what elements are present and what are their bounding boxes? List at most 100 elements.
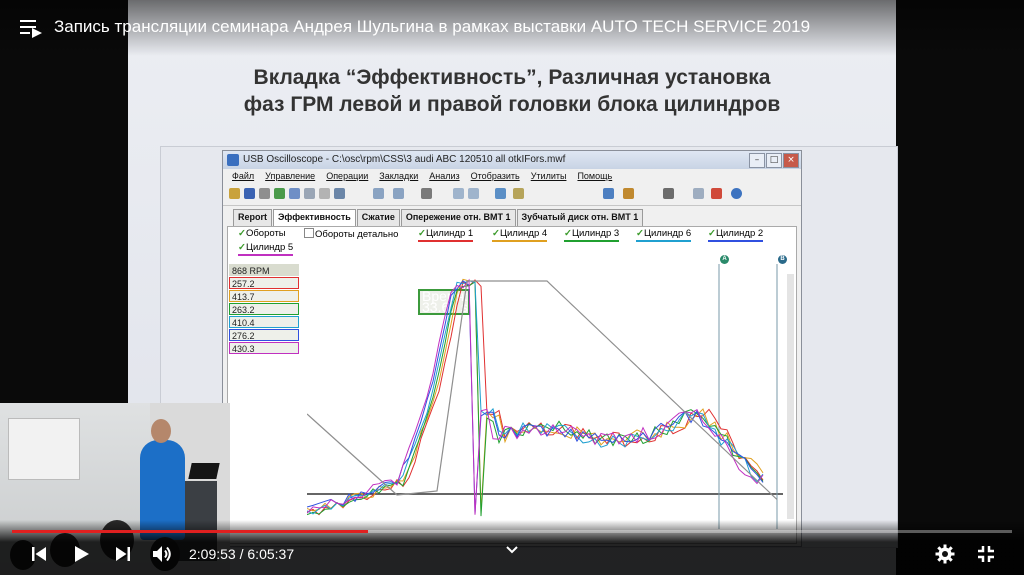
legend-cyl1[interactable]: ✓Цилиндр 1 [418, 228, 474, 242]
arrow-left-icon[interactable] [453, 188, 464, 199]
tab-bar: Report Эффективность Сжатие Опережение о… [233, 209, 644, 226]
checkbox-icon: ✓ [708, 228, 716, 239]
webcam-board [8, 418, 80, 480]
checkbox-icon: ✓ [564, 228, 572, 239]
presenter-head [151, 419, 171, 443]
legend-rpm-detail[interactable]: Обороты детально [304, 228, 398, 241]
previous-icon[interactable] [27, 542, 51, 566]
scope-trace-area [307, 264, 783, 529]
playlist-icon[interactable] [20, 18, 42, 38]
settings-tool-icon[interactable] [623, 188, 634, 199]
grid-icon[interactable] [513, 188, 524, 199]
channel-icon[interactable] [603, 188, 614, 199]
save-icon[interactable] [244, 188, 255, 199]
slide-title-line2: фаз ГРМ левой и правой головки блока цил… [243, 93, 781, 116]
scope-traces [307, 264, 783, 529]
maximize-icon[interactable]: □ [766, 153, 782, 168]
table-icon[interactable] [663, 188, 674, 199]
legend-cyl3[interactable]: ✓Цилиндр 3 [564, 228, 620, 242]
player-controls: 2:09:53 / 6:05:37 [0, 520, 1024, 575]
delete-icon[interactable] [711, 188, 722, 199]
readout-panel: Время: 33.68 s 868 RPM 257.2 413.7 263.2 … [229, 264, 471, 355]
info-icon[interactable] [731, 188, 742, 199]
play-icon[interactable] [69, 542, 93, 566]
plot-area: ✓Обороты Обороты детально ✓Цилиндр 1 ✓Ци… [227, 226, 797, 544]
legend-cyl5[interactable]: ✓Цилиндр 5 [238, 242, 294, 256]
laptop [188, 463, 220, 479]
settings-icon[interactable] [933, 542, 957, 566]
checkbox-icon [304, 228, 314, 238]
tab-efficiency[interactable]: Эффективность [273, 209, 356, 226]
oscilloscope-window: USB Oscilloscope - C:\osc\rpm\CSS\3 audi… [222, 150, 802, 547]
checkbox-icon: ✓ [238, 242, 246, 253]
app-icon [227, 154, 239, 166]
cylinder-trace [307, 278, 764, 515]
cylinder-trace [307, 278, 764, 512]
menu-utilities[interactable]: Утилиты [531, 169, 567, 183]
progress-bar[interactable] [12, 530, 1012, 533]
scope-icon[interactable] [274, 188, 285, 199]
time-separator: / [235, 546, 248, 562]
marker-a[interactable]: A [720, 255, 729, 264]
tab-report[interactable]: Report [233, 209, 272, 226]
copy-icon[interactable] [693, 188, 704, 199]
open-file-icon[interactable] [229, 188, 240, 199]
print-icon[interactable] [259, 188, 270, 199]
chevron-down-icon[interactable] [505, 542, 519, 554]
tab-compression[interactable]: Сжатие [356, 209, 400, 226]
marker-b[interactable]: B [778, 255, 787, 264]
tab-advance-tdc[interactable]: Опережение отн. ВМТ 1 [400, 209, 516, 226]
checkbox-icon: ✓ [636, 228, 644, 239]
zoom-icon[interactable] [289, 188, 300, 199]
filter-icon[interactable] [421, 188, 432, 199]
cylinder-trace [307, 280, 764, 517]
cylinder-trace [307, 280, 764, 514]
cylinder-trace [307, 279, 764, 516]
video-title[interactable]: Запись трансляции семинара Андрея Шульги… [54, 16, 810, 38]
checkbox-icon: ✓ [492, 228, 500, 239]
window-title: USB Oscilloscope - C:\osc\rpm\CSS\3 audi… [243, 154, 566, 165]
window-titlebar: USB Oscilloscope - C:\osc\rpm\CSS\3 audi… [223, 151, 801, 169]
arrow-right-icon[interactable] [468, 188, 479, 199]
cyl-readout: 413.7 [229, 290, 299, 302]
cursor-icon[interactable] [304, 188, 315, 199]
video-player[interactable]: Вкладка “Эффективность”, Различная устан… [0, 0, 1024, 575]
menu-analysis[interactable]: Анализ [429, 169, 459, 183]
volume-icon[interactable] [150, 542, 174, 566]
minimize-icon[interactable]: – [749, 153, 765, 168]
cyl-readout: 257.2 [229, 277, 299, 289]
legend-rpm[interactable]: ✓Обороты [238, 228, 286, 240]
next-icon[interactable] [111, 542, 135, 566]
undo-icon[interactable] [373, 188, 384, 199]
cyl-readout: 276.2 [229, 329, 299, 341]
cyl-readout: 410.4 [229, 316, 299, 328]
legend-cyl2[interactable]: ✓Цилиндр 2 [708, 228, 764, 242]
tab-gear-disk-tdc[interactable]: Зубчатый диск отн. ВМТ 1 [516, 209, 644, 226]
menu-help[interactable]: Помощь [577, 169, 612, 183]
menu-control[interactable]: Управление [265, 169, 315, 183]
window-buttons: – □ × [749, 153, 799, 168]
menu-view[interactable]: Отобразить [471, 169, 520, 183]
close-icon[interactable]: × [783, 153, 799, 168]
legend-cyl6[interactable]: ✓Цилиндр 6 [636, 228, 692, 242]
cylinder-trace [307, 279, 764, 515]
menu-bar: Файл Управление Операции Закладки Анализ… [223, 169, 801, 183]
checkbox-icon: ✓ [238, 228, 246, 239]
video-title-bar: Запись трансляции семинара Андрея Шульги… [0, 0, 1024, 56]
redo-icon[interactable] [393, 188, 404, 199]
check-icon[interactable] [495, 188, 506, 199]
legend-cyl4[interactable]: ✓Цилиндр 4 [492, 228, 548, 242]
exit-fullscreen-icon[interactable] [974, 542, 998, 566]
rpm-readout: 868 RPM [229, 264, 299, 276]
time-display: 2:09:53 / 6:05:37 [189, 545, 294, 563]
app-toolbar [223, 183, 801, 206]
measure-icon[interactable] [334, 188, 345, 199]
progress-played [12, 530, 368, 533]
time-total: 6:05:37 [247, 546, 295, 562]
marker-icon[interactable] [319, 188, 330, 199]
menu-operations[interactable]: Операции [326, 169, 368, 183]
slide-title: Вкладка “Эффективность”, Различная устан… [208, 64, 816, 118]
menu-file[interactable]: Файл [232, 169, 254, 183]
menu-bookmarks[interactable]: Закладки [379, 169, 418, 183]
vertical-scrollbar[interactable] [787, 274, 794, 519]
